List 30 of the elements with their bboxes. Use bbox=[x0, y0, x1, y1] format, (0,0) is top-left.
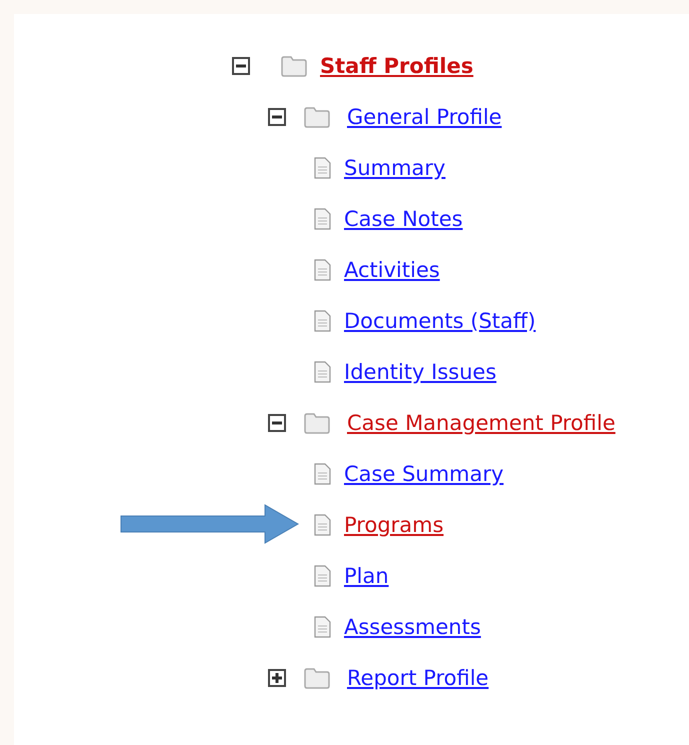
tree-link[interactable]: Staff Profiles bbox=[320, 54, 474, 78]
document-icon bbox=[312, 514, 332, 536]
tree-link[interactable]: Report Profile bbox=[347, 666, 489, 690]
tree-link[interactable]: Identity Issues bbox=[344, 360, 496, 384]
collapse-icon[interactable] bbox=[232, 56, 250, 74]
document-icon bbox=[312, 310, 332, 332]
tree-link[interactable]: Assessments bbox=[344, 614, 481, 638]
tree-link[interactable]: Summary bbox=[344, 156, 446, 180]
tree-link[interactable]: General Profile bbox=[347, 104, 502, 128]
tree-link[interactable]: Activities bbox=[344, 258, 440, 282]
document-icon bbox=[312, 616, 332, 638]
tree-link[interactable]: Plan bbox=[344, 564, 389, 588]
document-icon bbox=[312, 360, 332, 382]
collapse-icon[interactable] bbox=[268, 108, 286, 126]
document-icon bbox=[312, 208, 332, 230]
folder-icon bbox=[303, 106, 331, 128]
document-icon bbox=[312, 462, 332, 484]
folder-icon bbox=[303, 666, 331, 688]
tree-link[interactable]: Documents (Staff) bbox=[344, 308, 536, 332]
document-icon bbox=[312, 156, 332, 178]
tree-link[interactable]: Case Summary bbox=[344, 462, 504, 486]
tree-link[interactable]: Programs bbox=[344, 512, 444, 536]
document-icon bbox=[312, 564, 332, 586]
tree-link[interactable]: Case Notes bbox=[344, 206, 463, 230]
folder-icon bbox=[303, 412, 331, 434]
expand-icon[interactable] bbox=[268, 668, 286, 686]
folder-icon bbox=[280, 54, 308, 76]
collapse-icon[interactable] bbox=[268, 414, 286, 432]
document-icon bbox=[312, 258, 332, 280]
tree-link[interactable]: Case Management Profile bbox=[347, 410, 616, 434]
